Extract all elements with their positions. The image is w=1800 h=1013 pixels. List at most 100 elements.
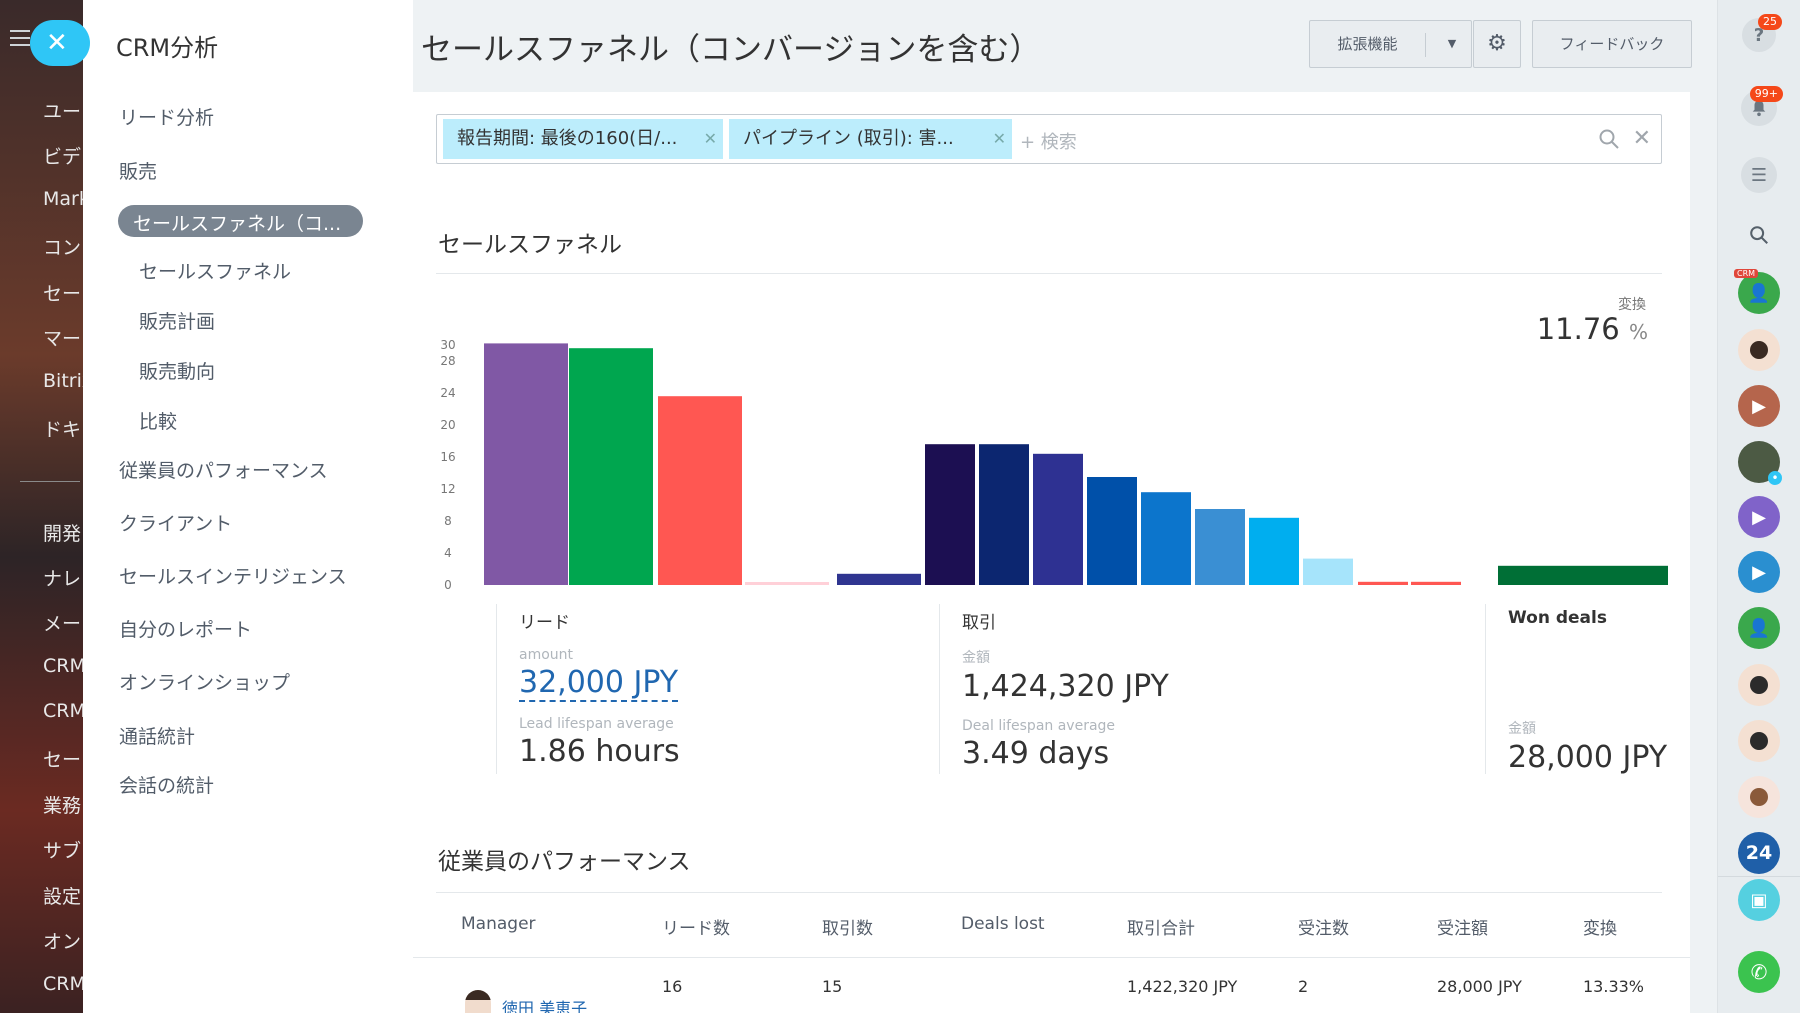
- divider: [436, 273, 1662, 274]
- lead-amount-link[interactable]: 32,000 JPY: [519, 665, 679, 702]
- report-content: 報告期間: 最後の160(日/... ✕ パイプライン (取引): 害... ✕…: [413, 92, 1690, 1013]
- close-icon[interactable]: ✕: [704, 119, 717, 159]
- video-chat-avatar-2[interactable]: ▶: [1738, 496, 1780, 538]
- search-input[interactable]: + 検索: [1020, 128, 1077, 154]
- group-chat-avatar[interactable]: •: [1738, 441, 1782, 485]
- cell-leads: 16: [662, 977, 683, 996]
- column-header-won-count[interactable]: 受注数: [1298, 914, 1349, 939]
- background-menu-item: メー: [43, 613, 82, 635]
- funnel-bar[interactable]: [1249, 517, 1299, 585]
- column-header-deals-lost[interactable]: Deals lost: [961, 914, 1045, 934]
- funnel-bar[interactable]: [745, 582, 829, 585]
- cell-won-count: 2: [1298, 977, 1309, 996]
- y-tick-label: 4: [444, 546, 452, 560]
- y-tick-label: 28: [440, 354, 455, 368]
- close-icon: ✕: [46, 28, 68, 58]
- video-chat-avatar[interactable]: ▶: [1738, 385, 1780, 427]
- column-header-leads[interactable]: リード数: [662, 914, 730, 939]
- crm-contact-avatar[interactable]: 👤 CRM: [1734, 269, 1780, 314]
- funnel-bar[interactable]: [1303, 558, 1353, 585]
- hamburger-icon[interactable]: [10, 30, 30, 46]
- page-title: セールスファネル（コンバージョンを含む）: [421, 32, 1041, 68]
- column-header-won-amount[interactable]: 受注額: [1437, 914, 1488, 939]
- sidebar-item-employee-performance[interactable]: 従業員のパフォーマンス: [119, 456, 328, 483]
- sidebar-item-sales-plan[interactable]: 販売計画: [139, 307, 215, 334]
- background-menu-item: Mark: [43, 188, 83, 210]
- column-header-deals[interactable]: 取引数: [822, 914, 873, 939]
- sidebar-item-lead-analysis[interactable]: リード分析: [119, 103, 214, 130]
- close-slider-button[interactable]: ✕: [30, 20, 90, 66]
- stat-lifespan-label: Lead lifespan average: [519, 716, 674, 732]
- stat-title: Won deals: [1508, 608, 1607, 628]
- sidebar-item-sales[interactable]: 販売: [119, 157, 157, 184]
- notifications-button[interactable]: 99+: [1741, 86, 1783, 126]
- manager-name-link[interactable]: 徳田 美恵子: [502, 995, 587, 1013]
- funnel-bar[interactable]: [1033, 453, 1083, 585]
- funnel-bar[interactable]: [979, 444, 1029, 585]
- funnel-bar[interactable]: [1141, 492, 1191, 585]
- settings-button[interactable]: ⚙: [1473, 20, 1521, 68]
- sidebar-item-online-shop[interactable]: オンラインショップ: [119, 668, 290, 695]
- sidebar-item-sales-intelligence[interactable]: セールスインテリジェンス: [119, 562, 347, 589]
- filter-search-box[interactable]: 報告期間: 最後の160(日/... ✕ パイプライン (取引): 害... ✕…: [436, 114, 1662, 164]
- open-channels-button[interactable]: ▣: [1738, 879, 1780, 921]
- funnel-bar[interactable]: [1195, 509, 1245, 585]
- background-menu-item: サブ: [43, 840, 82, 862]
- column-header-deal-total[interactable]: 取引合計: [1127, 914, 1195, 939]
- close-icon[interactable]: ✕: [993, 119, 1006, 159]
- clear-icon[interactable]: ✕: [1633, 127, 1651, 151]
- avatar[interactable]: [465, 990, 491, 1013]
- background-menu-item: Bitrix: [43, 370, 83, 392]
- extensions-button[interactable]: 拡張機能 ▼: [1309, 20, 1472, 68]
- chats-button[interactable]: ☰: [1741, 157, 1777, 193]
- video-chat-avatar-3[interactable]: ▶: [1738, 551, 1780, 593]
- funnel-bar[interactable]: [925, 444, 975, 585]
- funnel-bar[interactable]: [1411, 581, 1461, 585]
- sidebar-item-conversation-stats[interactable]: 会話の統計: [119, 771, 214, 798]
- divider: [20, 481, 80, 482]
- search-button[interactable]: [1741, 217, 1777, 253]
- user-avatar-2[interactable]: [1738, 664, 1780, 706]
- background-desktop: ユー ビデ Mark コン セー マー Bitrix ドキ 開発 ナレ メー C…: [0, 0, 83, 1013]
- funnel-bar[interactable]: [837, 573, 921, 585]
- stat-amount-value: 1,424,320 JPY: [962, 669, 1169, 704]
- y-tick-label: 24: [440, 386, 455, 400]
- user-avatar-3[interactable]: [1738, 720, 1780, 762]
- chevron-down-icon[interactable]: ▼: [1440, 21, 1464, 67]
- sidebar-item-clients[interactable]: クライアント: [119, 509, 232, 536]
- funnel-bar[interactable]: [1498, 565, 1668, 585]
- y-tick-label: 8: [444, 514, 452, 528]
- filter-chip-pipeline[interactable]: パイプライン (取引): 害... ✕: [729, 119, 1012, 159]
- funnel-bar[interactable]: [484, 343, 568, 585]
- funnel-bar[interactable]: [1358, 581, 1408, 585]
- person-icon: [1750, 788, 1768, 806]
- contact-avatar[interactable]: 👤: [1738, 607, 1780, 649]
- phone-button[interactable]: ✆: [1738, 951, 1780, 993]
- help-button[interactable]: ? 25: [1742, 14, 1782, 52]
- sidebar-item-compare[interactable]: 比較: [139, 407, 177, 434]
- feedback-button[interactable]: フィードバック: [1532, 20, 1692, 68]
- user-avatar[interactable]: [1738, 329, 1780, 371]
- sidebar-item-sales-trend[interactable]: 販売動向: [139, 357, 215, 384]
- funnel-bar[interactable]: [1087, 477, 1137, 585]
- sidebar-item-call-stats[interactable]: 通話統計: [119, 722, 195, 749]
- person-icon: [1750, 341, 1768, 359]
- filter-chip-label: パイプライン (取引): 害...: [743, 128, 954, 149]
- divider: [413, 957, 1690, 958]
- sidebar-item-sales-funnel[interactable]: セールスファネル: [139, 257, 291, 284]
- y-tick-label: 16: [440, 450, 455, 464]
- cell-deal-total: 1,422,320 JPY: [1127, 977, 1238, 996]
- background-menu-item: セー: [43, 749, 82, 771]
- column-header-conversion[interactable]: 変換: [1583, 914, 1617, 939]
- background-menu-item: ユー: [43, 101, 82, 123]
- user-avatar-4[interactable]: [1738, 776, 1780, 818]
- search-icon[interactable]: [1597, 127, 1621, 151]
- sidebar-item-funnel-conversion[interactable]: セールスファネル（コ...: [118, 205, 363, 237]
- filter-chip-period[interactable]: 報告期間: 最後の160(日/... ✕: [443, 119, 723, 159]
- bitrix24-logo: 24: [1738, 832, 1780, 874]
- column-header-manager[interactable]: Manager: [461, 914, 536, 934]
- sidebar-item-my-reports[interactable]: 自分のレポート: [119, 615, 252, 642]
- funnel-bar[interactable]: [658, 396, 742, 585]
- funnel-bar-chart: 0 4 8 12 16 20 24 28 30: [440, 338, 1668, 592]
- funnel-bar[interactable]: [569, 348, 653, 585]
